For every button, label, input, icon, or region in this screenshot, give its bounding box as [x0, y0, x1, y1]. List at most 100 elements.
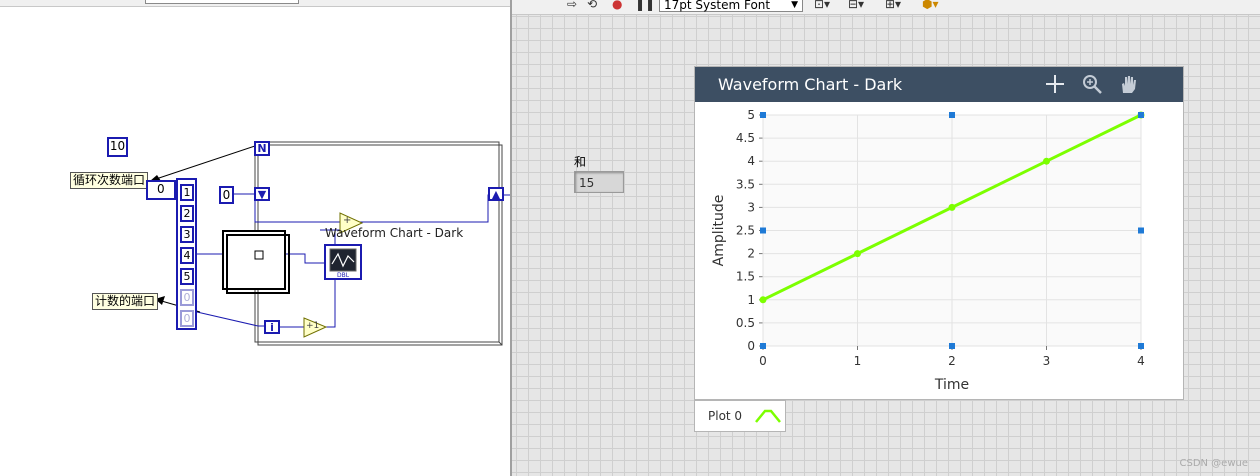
- align-objects-icon[interactable]: ⊡▾: [814, 0, 830, 11]
- y-tick-label: 1: [747, 293, 755, 307]
- i-terminal-label: i: [270, 321, 274, 334]
- array-element-value: 0: [183, 312, 191, 325]
- front-panel[interactable]: ⇨ ⟲ ● ❚❚ 17pt System Font ▼ ⊡▾ ⊟▾ ⊞▾ ⬢▾ …: [510, 0, 1260, 476]
- shift-init-constant[interactable]: 0: [219, 186, 234, 204]
- zoom-icon[interactable]: [1081, 73, 1103, 95]
- selection-handle: [760, 112, 766, 118]
- watermark: CSDN @ewue: [1179, 458, 1248, 469]
- shift-init-value: 0: [222, 188, 231, 202]
- y-tick-label: 4: [747, 154, 755, 168]
- pan-hand-icon[interactable]: [1117, 73, 1139, 95]
- data-point: [759, 296, 767, 304]
- chart-terminal[interactable]: DBL: [324, 244, 362, 280]
- wire-shift-to-add: [233, 193, 340, 223]
- array-element-value: 3: [183, 228, 191, 241]
- array-element-empty[interactable]: 0: [180, 310, 194, 327]
- array-element[interactable]: 5: [180, 268, 194, 285]
- chart-plot-svg[interactable]: 0 0.5 1 1.5 2 2.5 3 3.5 4 4.5 5 0 1 2 3 4 Time Amplitude: [695, 102, 1183, 399]
- crosshair-icon[interactable]: [1044, 73, 1066, 95]
- chart-title-bar: Waveform Chart - Dark: [695, 67, 1183, 102]
- i-terminal[interactable]: i: [264, 320, 280, 334]
- selection-handle: [760, 343, 766, 349]
- front-panel-toolbar: ⇨ ⟲ ● ❚❚ 17pt System Font ▼ ⊡▾ ⊟▾ ⊞▾ ⬢▾: [512, 0, 1260, 15]
- array-element[interactable]: 2: [180, 205, 194, 222]
- shift-register-left[interactable]: ▼: [254, 187, 270, 201]
- sum-indicator-value: 15: [579, 176, 595, 190]
- y-tick-label: 2: [747, 247, 755, 261]
- x-tick-label: 2: [948, 354, 956, 368]
- run-continuously-icon[interactable]: ⟲: [587, 0, 597, 11]
- chevron-down-icon: ▼: [791, 0, 798, 10]
- data-point: [1043, 157, 1050, 165]
- x-tick-label: 0: [759, 354, 767, 368]
- loop-count-tip-text: 循环次数端口: [73, 173, 146, 187]
- waveform-chart[interactable]: Waveform Chart - Dark 0 0.5 1 1.5 2 2.5 3 3.5 4 4…: [694, 66, 1184, 400]
- chart-title: Waveform Chart - Dark: [718, 75, 903, 94]
- array-element[interactable]: 4: [180, 247, 194, 264]
- chart-terminal-label: Waveform Chart - Dark: [325, 226, 464, 240]
- shift-register-right[interactable]: ▲: [488, 187, 504, 201]
- selection-handle: [949, 343, 955, 349]
- y-tick-label: 3.5: [736, 177, 755, 191]
- x-axis-label: Time: [934, 377, 969, 393]
- resize-objects-icon[interactable]: ⊞▾: [885, 0, 901, 11]
- plot-legend[interactable]: Plot 0: [694, 400, 786, 432]
- legend-label: Plot 0: [708, 409, 743, 423]
- selection-handle: [760, 227, 766, 234]
- y-tick-label: 0: [747, 339, 755, 353]
- n-terminal-label: N: [257, 142, 267, 155]
- for-loop-frame: [254, 141, 500, 343]
- sum-indicator-label: 和: [574, 155, 587, 169]
- array-element-value: 0: [183, 291, 191, 304]
- numeric-constant-10[interactable]: 10: [107, 137, 128, 157]
- x-tick-label: 3: [1043, 354, 1051, 368]
- svg-text:DBL: DBL: [337, 272, 350, 278]
- selection-handle: [949, 112, 955, 118]
- array-element-value: 1: [183, 186, 191, 199]
- block-diagram[interactable]: 10 循环次数端口 0 计数的端口 1 2 3 4 5 0 0 0 N ▼ ▲ …: [0, 0, 510, 476]
- font-select-value: 17pt System Font: [664, 0, 771, 12]
- shift-down-icon: ▼: [257, 188, 267, 201]
- array-element[interactable]: 3: [180, 226, 194, 243]
- loop-count-numeric[interactable]: 0: [146, 180, 176, 200]
- data-point: [854, 250, 861, 258]
- font-select[interactable]: 17pt System Font ▼: [659, 0, 803, 12]
- shift-up-icon: ▲: [491, 188, 501, 201]
- y-tick-label: 5: [747, 108, 755, 122]
- y-tick-label: 1.5: [736, 270, 755, 284]
- numeric-constant-value: 10: [109, 139, 126, 153]
- abort-icon[interactable]: ●: [612, 0, 622, 11]
- index-array-box: [222, 230, 286, 290]
- array-element-value: 2: [183, 207, 191, 220]
- selection-handle: [1138, 227, 1144, 234]
- y-tick-label: 4.5: [736, 131, 755, 145]
- wire-add-to-shift: [360, 194, 496, 223]
- loop-count-tip-strip: 循环次数端口: [70, 172, 149, 189]
- x-tick-label: 1: [854, 354, 862, 368]
- add-symbol: +: [343, 215, 352, 226]
- y-tick-label: 2.5: [736, 224, 755, 238]
- waveform-chart-icon: DBL: [329, 248, 357, 279]
- pause-icon[interactable]: ❚❚: [635, 0, 655, 11]
- count-tip-strip: 计数的端口: [92, 293, 159, 310]
- loop-count-value: 0: [157, 182, 165, 196]
- increment-symbol: +1: [306, 321, 320, 331]
- data-point: [948, 203, 956, 211]
- legend-line-icon[interactable]: [753, 404, 783, 428]
- y-tick-label: 0.5: [736, 316, 755, 330]
- distribute-objects-icon[interactable]: ⊟▾: [848, 0, 864, 11]
- array-constant[interactable]: 1 2 3 4 5 0 0: [176, 178, 197, 330]
- selection-handle: [1138, 112, 1144, 118]
- reorder-icon[interactable]: ⬢▾: [922, 0, 939, 11]
- run-arrow-icon[interactable]: ⇨: [567, 0, 577, 11]
- y-tick-label: 3: [747, 200, 755, 214]
- array-element-value: 4: [183, 249, 191, 262]
- n-terminal[interactable]: N: [254, 141, 270, 156]
- selection-handle: [1138, 343, 1144, 349]
- count-tip-text: 计数的端口: [95, 294, 156, 308]
- x-tick-label: 4: [1137, 354, 1145, 368]
- sum-indicator: 15: [574, 171, 624, 193]
- array-element-empty[interactable]: 0: [180, 289, 194, 306]
- array-element[interactable]: 1: [180, 184, 194, 201]
- array-element-value: 5: [183, 270, 191, 283]
